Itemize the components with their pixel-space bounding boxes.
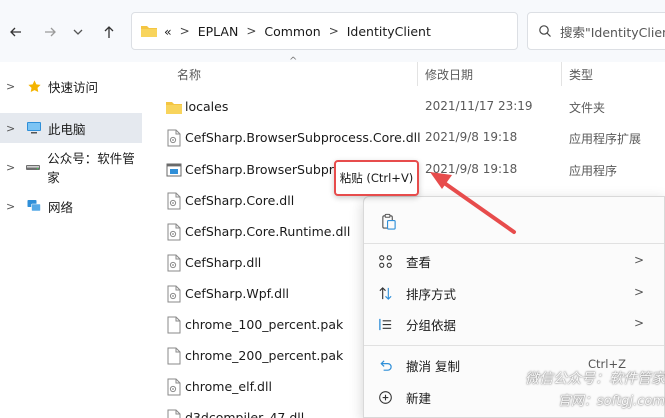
- menu-item-label: 新建: [406, 390, 432, 406]
- folder-icon: [166, 102, 182, 114]
- watermark-line: 微信公众号：软件管家: [525, 371, 665, 387]
- file-name: CefSharp.BrowserSubprocess.Core.dll: [185, 130, 421, 145]
- new-icon: [376, 388, 394, 406]
- column-header-date[interactable]: 修改日期: [425, 66, 473, 83]
- arrow-left-icon: [10, 27, 21, 37]
- menu-item-sort-by[interactable]: 排序方式 >: [368, 278, 662, 308]
- breadcrumb-separator: >: [328, 24, 339, 38]
- file-type: 应用程序扩展: [569, 132, 642, 146]
- exe-file-icon: [166, 163, 182, 177]
- sidebar-item-label: 快速访问: [48, 79, 99, 95]
- file-name: locales: [185, 99, 229, 114]
- sidebar-item-drive[interactable]: > 公众号：软件管家: [0, 151, 142, 185]
- menu-item-label: 撤消 复制: [406, 358, 460, 374]
- chevron-right-icon[interactable]: >: [6, 122, 20, 135]
- menu-divider: [364, 345, 664, 346]
- sidebar-item-this-pc[interactable]: > 此电脑: [0, 113, 142, 143]
- file-name: chrome_200_percent.pak: [185, 348, 344, 363]
- back-button[interactable]: [4, 20, 28, 44]
- breadcrumb-eplan[interactable]: EPLAN: [198, 24, 239, 39]
- file-date: 2021/9/8 19:18: [425, 162, 518, 176]
- sidebar-item-network[interactable]: > 网络: [0, 191, 142, 221]
- file-date: 2021/9/8 19:18: [425, 130, 518, 144]
- network-icon: [26, 198, 42, 214]
- tooltip-text: 粘贴 (Ctrl+V): [339, 171, 414, 185]
- up-button[interactable]: [97, 20, 121, 44]
- menu-item-label: 分组依据: [406, 317, 457, 333]
- file-row[interactable]: locales 2021/11/17 23:19 文件夹: [162, 92, 662, 122]
- sidebar-item-label: 此电脑: [48, 121, 86, 137]
- column-divider[interactable]: [561, 62, 562, 86]
- file-icon: [167, 347, 181, 365]
- file-type: 文件夹: [569, 101, 606, 115]
- file-name: CefSharp.dll: [185, 255, 262, 270]
- undo-icon: [376, 356, 394, 374]
- menu-item-label: 查看: [406, 254, 432, 270]
- file-type: 应用程序: [569, 164, 618, 178]
- file-name: d3dcompiler_47.dll: [185, 410, 305, 418]
- file-date: 2021/11/17 23:19: [425, 99, 533, 113]
- search-placeholder: 搜索"IdentityClien: [560, 24, 665, 40]
- recent-locations-button[interactable]: [66, 20, 90, 44]
- navigation-pane: > 快速访问 > 此电脑 > 公众号：软件管家 > 网络: [0, 62, 150, 418]
- menu-divider: [364, 243, 664, 244]
- chevron-right-icon: >: [633, 285, 644, 299]
- address-bar[interactable]: « > EPLAN > Common > IdentityClient: [131, 12, 518, 50]
- file-name: CefSharp.Core.Runtime.dll: [185, 224, 351, 239]
- file-name: chrome_elf.dll: [185, 379, 272, 394]
- menu-item-group-by[interactable]: 分组依据 >: [368, 309, 662, 339]
- chevron-right-icon[interactable]: >: [6, 200, 20, 213]
- chevron-right-icon: >: [633, 316, 644, 330]
- file-icon: [167, 316, 181, 334]
- breadcrumb-overflow[interactable]: «: [164, 24, 172, 39]
- breadcrumb-separator: >: [179, 24, 190, 38]
- star-icon: [26, 78, 42, 94]
- chevron-right-icon[interactable]: >: [6, 80, 20, 93]
- dll-file-icon: [167, 409, 181, 418]
- sidebar-item-label: 网络: [48, 199, 74, 215]
- drive-icon: [25, 159, 41, 175]
- watermark: 微信公众号：软件管家 官网：softgj.com: [496, 368, 665, 409]
- arrow-right-icon: [45, 27, 56, 37]
- paste-tooltip: 粘贴 (Ctrl+V): [334, 160, 419, 196]
- forward-button[interactable]: [38, 20, 62, 44]
- sort-icon: [376, 284, 394, 302]
- menu-item-label: 排序方式: [406, 286, 457, 302]
- search-icon: [539, 25, 551, 37]
- arrow-up-icon: [104, 26, 114, 38]
- dll-file-icon: [167, 378, 181, 396]
- file-row[interactable]: CefSharp.BrowserSubprocess.Core.dll 2021…: [162, 123, 662, 153]
- group-icon: [376, 315, 394, 333]
- column-header-type[interactable]: 类型: [569, 66, 593, 83]
- watermark-line: 官网：softgj.com: [557, 394, 665, 409]
- sort-indicator-icon: ^: [289, 56, 298, 67]
- file-name: CefSharp.Wpf.dll: [185, 286, 290, 301]
- sidebar-item-quick-access[interactable]: > 快速访问: [0, 71, 142, 101]
- search-input[interactable]: 搜索"IdentityClien: [527, 12, 665, 50]
- paste-icon: [381, 213, 396, 230]
- dll-file-icon: [167, 254, 181, 272]
- dll-file-icon: [167, 129, 181, 147]
- breadcrumb-identityclient[interactable]: IdentityClient: [347, 24, 431, 39]
- chevron-right-icon[interactable]: >: [6, 161, 19, 174]
- breadcrumb-common[interactable]: Common: [264, 24, 320, 39]
- chevron-right-icon: >: [633, 253, 644, 267]
- folder-icon: [141, 26, 157, 37]
- dll-file-icon: [167, 223, 181, 241]
- sidebar-item-label: 公众号：软件管家: [47, 151, 135, 185]
- column-divider[interactable]: [417, 62, 418, 86]
- navigation-bar: « > EPLAN > Common > IdentityClient 搜索"I…: [0, 0, 665, 62]
- chevron-down-icon: [73, 29, 83, 35]
- grid-icon: [376, 252, 394, 270]
- file-name: chrome_100_percent.pak: [185, 317, 344, 332]
- menu-item-view[interactable]: 查看 >: [368, 246, 662, 276]
- dll-file-icon: [167, 285, 181, 303]
- breadcrumb-separator: >: [246, 24, 257, 38]
- dll-file-icon: [167, 192, 181, 210]
- column-header-name[interactable]: 名称: [177, 66, 201, 83]
- paste-button[interactable]: [372, 205, 404, 237]
- file-name: CefSharp.Core.dll: [185, 193, 295, 208]
- computer-icon: [26, 120, 42, 136]
